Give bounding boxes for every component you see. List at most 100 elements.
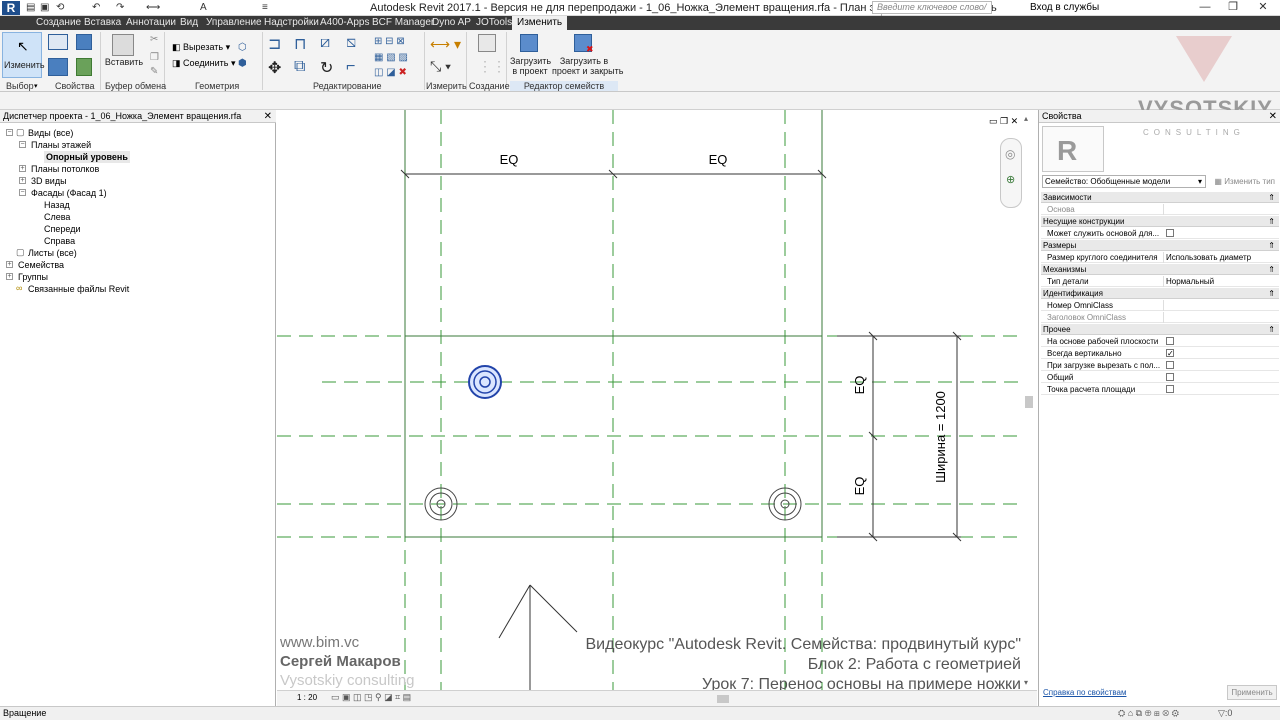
save-icon[interactable]: ▣ <box>40 2 49 13</box>
tab-dyno[interactable]: Dyno AP <box>432 17 471 28</box>
steering-wheel-icon[interactable]: ◎ <box>1005 147 1015 161</box>
search-input[interactable]: Введите ключевое слово/фразу <box>872 1 992 23</box>
tab-annotate[interactable]: Аннотации <box>126 17 176 28</box>
family-category-icon[interactable] <box>76 58 92 76</box>
property-checkbox[interactable] <box>1166 373 1174 381</box>
filter-icon[interactable]: ▽:0 <box>1218 707 1232 720</box>
browser-item[interactable]: Листы (все) <box>28 247 77 259</box>
family-filter-select[interactable]: Семейство: Обобщенные модели ▾ <box>1042 175 1206 188</box>
family-types-icon[interactable] <box>48 58 68 76</box>
property-checkbox[interactable] <box>1166 361 1174 369</box>
scroll-up-icon[interactable]: ▴ <box>1024 114 1028 123</box>
chevron-down-icon[interactable]: ▾ <box>34 82 38 90</box>
tab-manage[interactable]: Управление <box>206 17 262 28</box>
trim-icon[interactable]: ⌐ <box>346 58 355 76</box>
tab-jotools[interactable]: JOTools <box>476 17 512 28</box>
open-icon[interactable]: ▤ <box>26 2 35 13</box>
match-icon[interactable]: ✎ <box>150 66 158 77</box>
split-face-icon[interactable]: ⬢ <box>238 58 247 69</box>
browser-item[interactable]: Планы этажей <box>31 139 91 151</box>
mirror-draw-icon[interactable]: ⧅ <box>346 34 356 52</box>
tree-expander-icon[interactable]: − <box>6 129 13 136</box>
view-controls-icon[interactable]: ▭ ▣ ◫ ◳ ⚲ ◪ ⌗ ▤ <box>331 692 411 703</box>
canvas-window-controls[interactable]: ▭ ❐ ✕ <box>989 116 1018 127</box>
zoom-icon[interactable]: ⊕ <box>1006 173 1015 186</box>
aligned-dimension-icon[interactable]: ⟷ ▾ <box>430 36 461 53</box>
properties-help-link[interactable]: Справка по свойствам <box>1043 688 1126 697</box>
panel-select[interactable]: Выбор <box>6 81 34 91</box>
thin-lines-icon[interactable]: ≡ <box>262 2 268 13</box>
collapse-icon[interactable]: ⇑ <box>1268 288 1275 299</box>
revit-logo-icon[interactable]: R <box>2 1 20 15</box>
selection-filter-icons[interactable]: ⛭ ⌂ ⧉ ⊕ ⊞ ⊗ ⚙ <box>1118 707 1179 720</box>
property-group[interactable]: Размеры ⇑ <box>1041 240 1279 251</box>
mirror-axis-icon[interactable]: ⧄ <box>320 34 330 52</box>
align-icon[interactable]: ⊐ <box>268 34 281 54</box>
navigation-bar[interactable]: ◎ ⊕ <box>1000 138 1022 208</box>
property-value[interactable]: Использовать диаметр <box>1163 252 1279 263</box>
scroll-down-icon[interactable]: ▾ <box>1024 678 1028 687</box>
property-group[interactable]: Прочее ⇑ <box>1041 324 1279 335</box>
property-value[interactable]: Нормальный <box>1163 276 1279 287</box>
close-panel-icon[interactable]: ✕ <box>264 110 272 123</box>
property-checkbox[interactable] <box>1166 229 1174 237</box>
sign-in-button[interactable]: Вход в службы <box>1030 2 1099 13</box>
join-geometry-button[interactable]: ◨ Соединить ▾ <box>172 58 235 69</box>
browser-item[interactable]: Планы потолков <box>31 163 99 175</box>
undo-icon[interactable]: ↶ <box>92 2 100 13</box>
apply-button[interactable]: Применить <box>1227 685 1277 700</box>
similar-icon[interactable]: ⋮⋮ <box>478 58 506 75</box>
properties-icon[interactable] <box>48 34 68 50</box>
load-into-project-icon[interactable] <box>520 34 538 52</box>
move-icon[interactable]: ✥ <box>268 58 281 78</box>
tab-a400[interactable]: A400-Apps <box>320 17 369 28</box>
property-value[interactable] <box>1163 204 1279 215</box>
collapse-icon[interactable]: ⇑ <box>1268 264 1275 275</box>
edit-type-button[interactable]: ▦ Изменить тип <box>1209 175 1279 188</box>
paste-icon[interactable] <box>112 34 134 56</box>
tree-expander-icon[interactable]: + <box>19 165 26 172</box>
property-checkbox[interactable] <box>1166 337 1174 345</box>
browser-item[interactable]: Опорный уровень <box>44 151 130 163</box>
property-group[interactable]: Зависимости ⇑ <box>1041 192 1279 203</box>
cut-icon[interactable]: ✂ <box>150 34 158 45</box>
property-value[interactable] <box>1163 300 1279 311</box>
redo-icon[interactable]: ↷ <box>116 2 124 13</box>
measure-icon[interactable]: ⟷ <box>146 2 160 13</box>
maximize-icon[interactable]: ❐ <box>1218 0 1248 15</box>
text-icon[interactable]: A <box>200 2 207 13</box>
tree-expander-icon[interactable]: + <box>6 273 13 280</box>
width-parameter-label[interactable]: Ширина = 1200 <box>933 391 948 483</box>
browser-item[interactable]: Справа <box>44 235 75 247</box>
vertical-scrollbar[interactable] <box>1025 396 1033 408</box>
property-value[interactable] <box>1163 312 1279 323</box>
rotation-sketch[interactable] <box>498 584 578 690</box>
collapse-icon[interactable]: ⇑ <box>1268 324 1275 335</box>
browser-item[interactable]: 3D виды <box>31 175 67 187</box>
tree-expander-icon[interactable]: − <box>19 141 26 148</box>
browser-item[interactable]: Спереди <box>44 223 80 235</box>
browser-item[interactable]: Назад <box>44 199 70 211</box>
tab-view[interactable]: Вид <box>180 17 198 28</box>
property-group[interactable]: Идентификация ⇑ <box>1041 288 1279 299</box>
copy-element-icon[interactable]: ⧉ <box>294 58 305 76</box>
tree-expander-icon[interactable]: − <box>19 189 26 196</box>
minimize-icon[interactable]: — <box>1190 0 1220 15</box>
tab-insert[interactable]: Вставка <box>84 17 121 28</box>
view-scale[interactable]: 1 : 20 <box>297 693 317 702</box>
offset-icon[interactable]: ⊓ <box>294 34 306 54</box>
create-group-icon[interactable] <box>478 34 496 52</box>
horizontal-scrollbar[interactable] <box>717 695 729 703</box>
property-group[interactable]: Несущие конструкции ⇑ <box>1041 216 1279 227</box>
property-checkbox[interactable]: ✓ <box>1166 349 1174 358</box>
tree-expander-icon[interactable]: + <box>6 261 13 268</box>
browser-item[interactable]: Группы <box>18 271 48 283</box>
drawing-svg[interactable]: EQ EQ EQ EQ Ширина = 1200 <box>277 110 1037 690</box>
tab-addins[interactable]: Надстройки <box>264 17 319 28</box>
property-checkbox[interactable] <box>1166 385 1174 393</box>
tab-bcf[interactable]: BCF Manager <box>372 17 434 28</box>
type-properties-icon[interactable] <box>76 34 92 50</box>
modify-button[interactable]: ↖ Изменить <box>2 32 45 78</box>
collapse-icon[interactable]: ⇑ <box>1268 216 1275 227</box>
measure-tool-icon[interactable]: ⤡ ▾ <box>430 58 451 75</box>
